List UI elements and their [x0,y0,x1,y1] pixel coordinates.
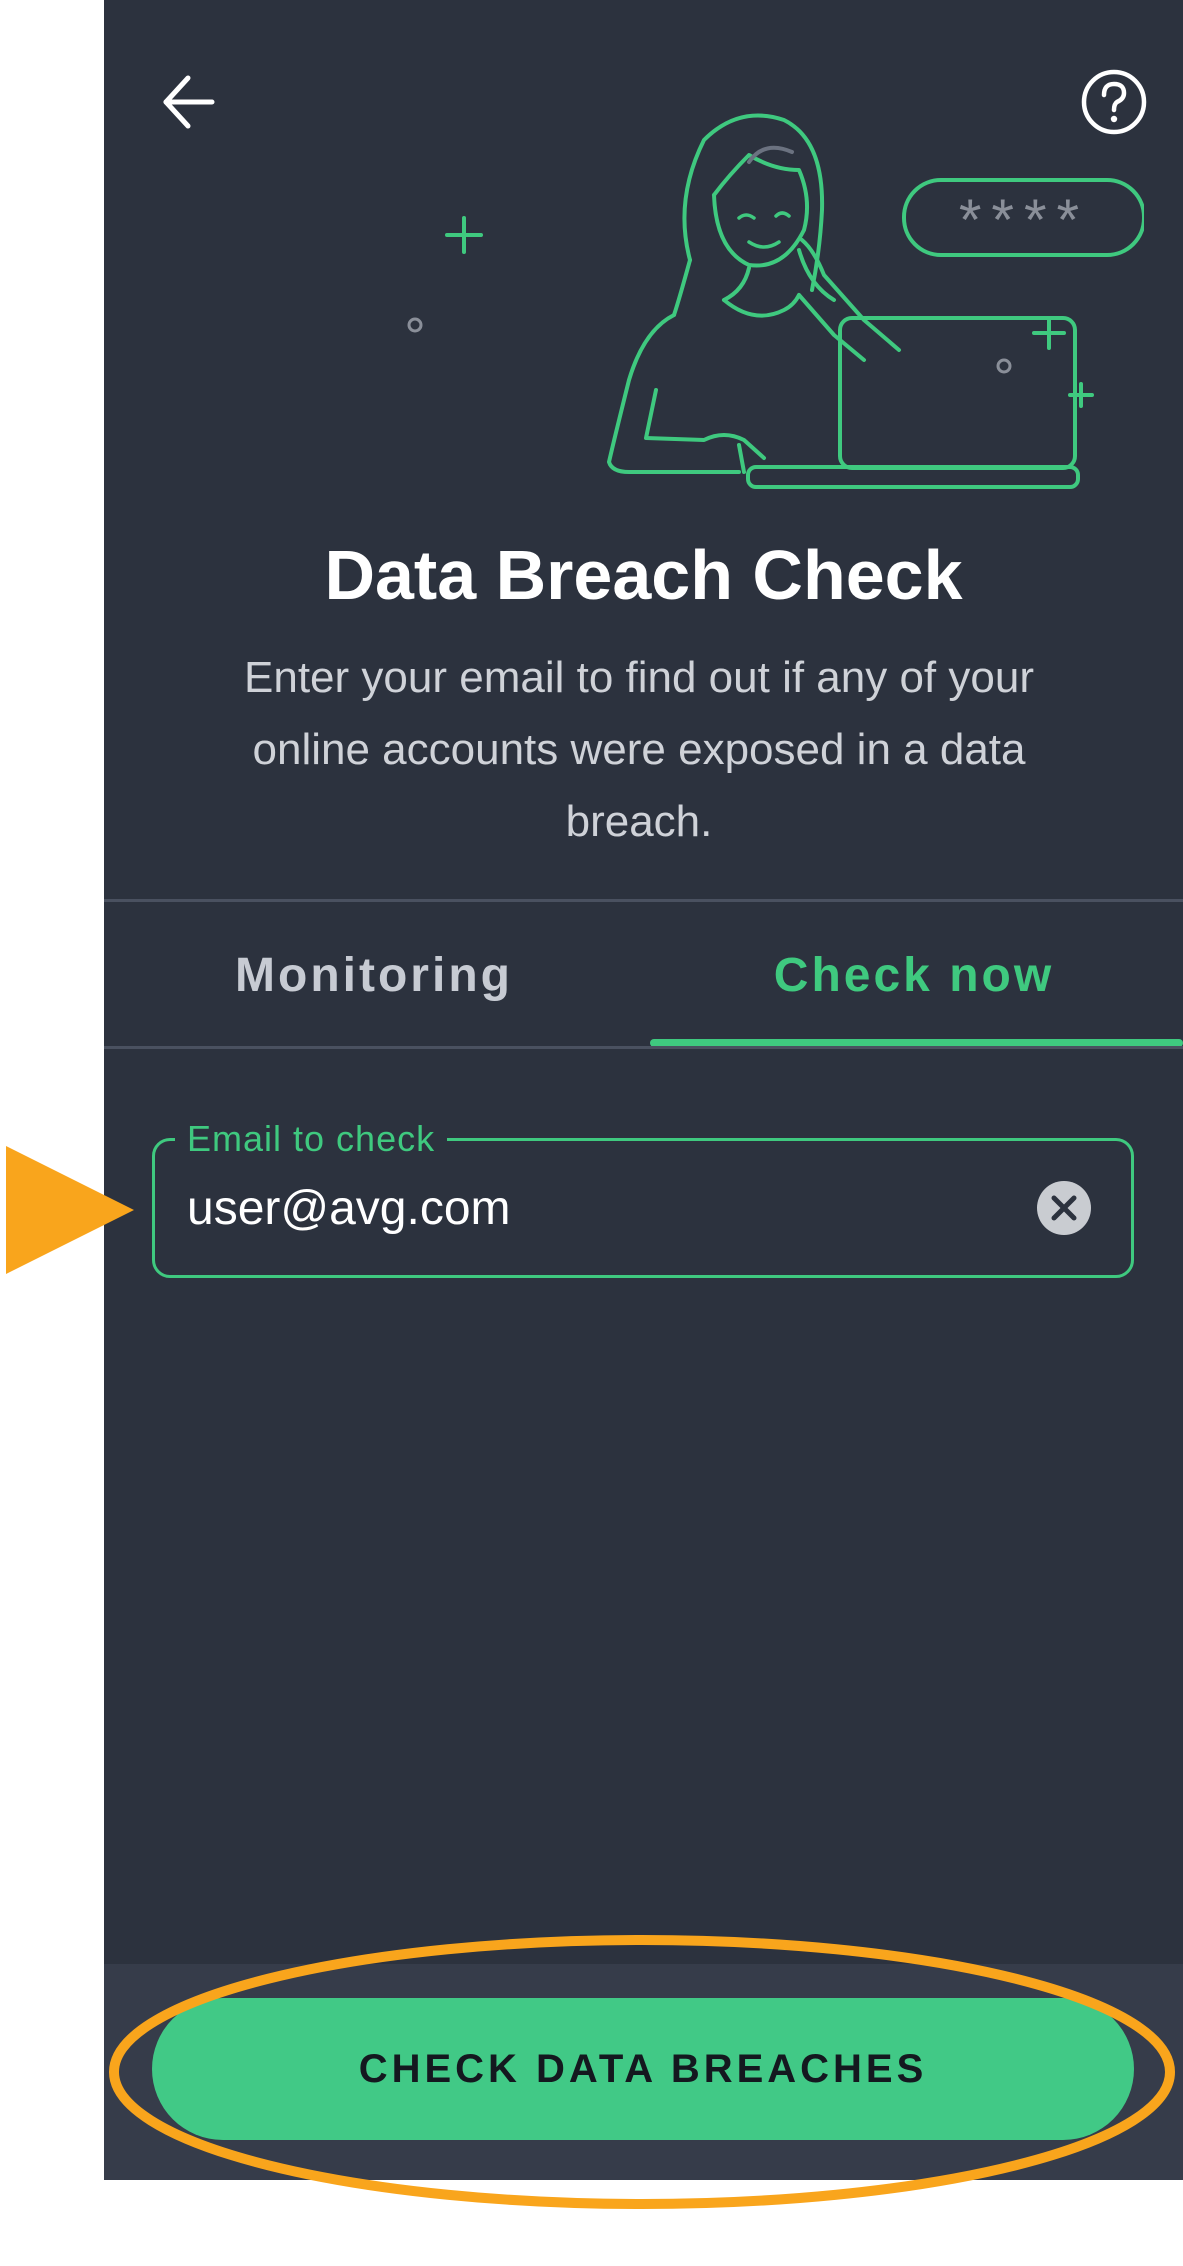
annotation-pointer-arrow [6,1146,134,1274]
back-button[interactable] [148,62,248,142]
woman-with-laptop-illustration: **** [407,113,1144,489]
tab-check-now[interactable]: Check now [644,902,1183,1048]
clear-email-button[interactable] [1037,1181,1091,1235]
tab-bar: Monitoring Check now [104,902,1183,1048]
tabs-bottom-divider [104,1046,1183,1049]
arrow-left-icon [163,75,215,129]
tab-monitoring[interactable]: Monitoring [104,902,644,1048]
page-subtitle: Enter your email to find out if any of y… [244,653,1034,846]
page-title: Data Breach Check [324,536,963,614]
check-data-breaches-button[interactable]: CHECK DATA BREACHES [152,1998,1134,2140]
app-screen: **** Data Breach Check Enter your email … [104,0,1183,2180]
email-input[interactable] [187,1141,1007,1275]
password-mask-text: **** [959,188,1089,253]
email-field: Email to check [152,1119,1134,1278]
bottom-action-bar: CHECK DATA BREACHES [104,1964,1183,2180]
clear-x-icon [1051,1195,1077,1221]
